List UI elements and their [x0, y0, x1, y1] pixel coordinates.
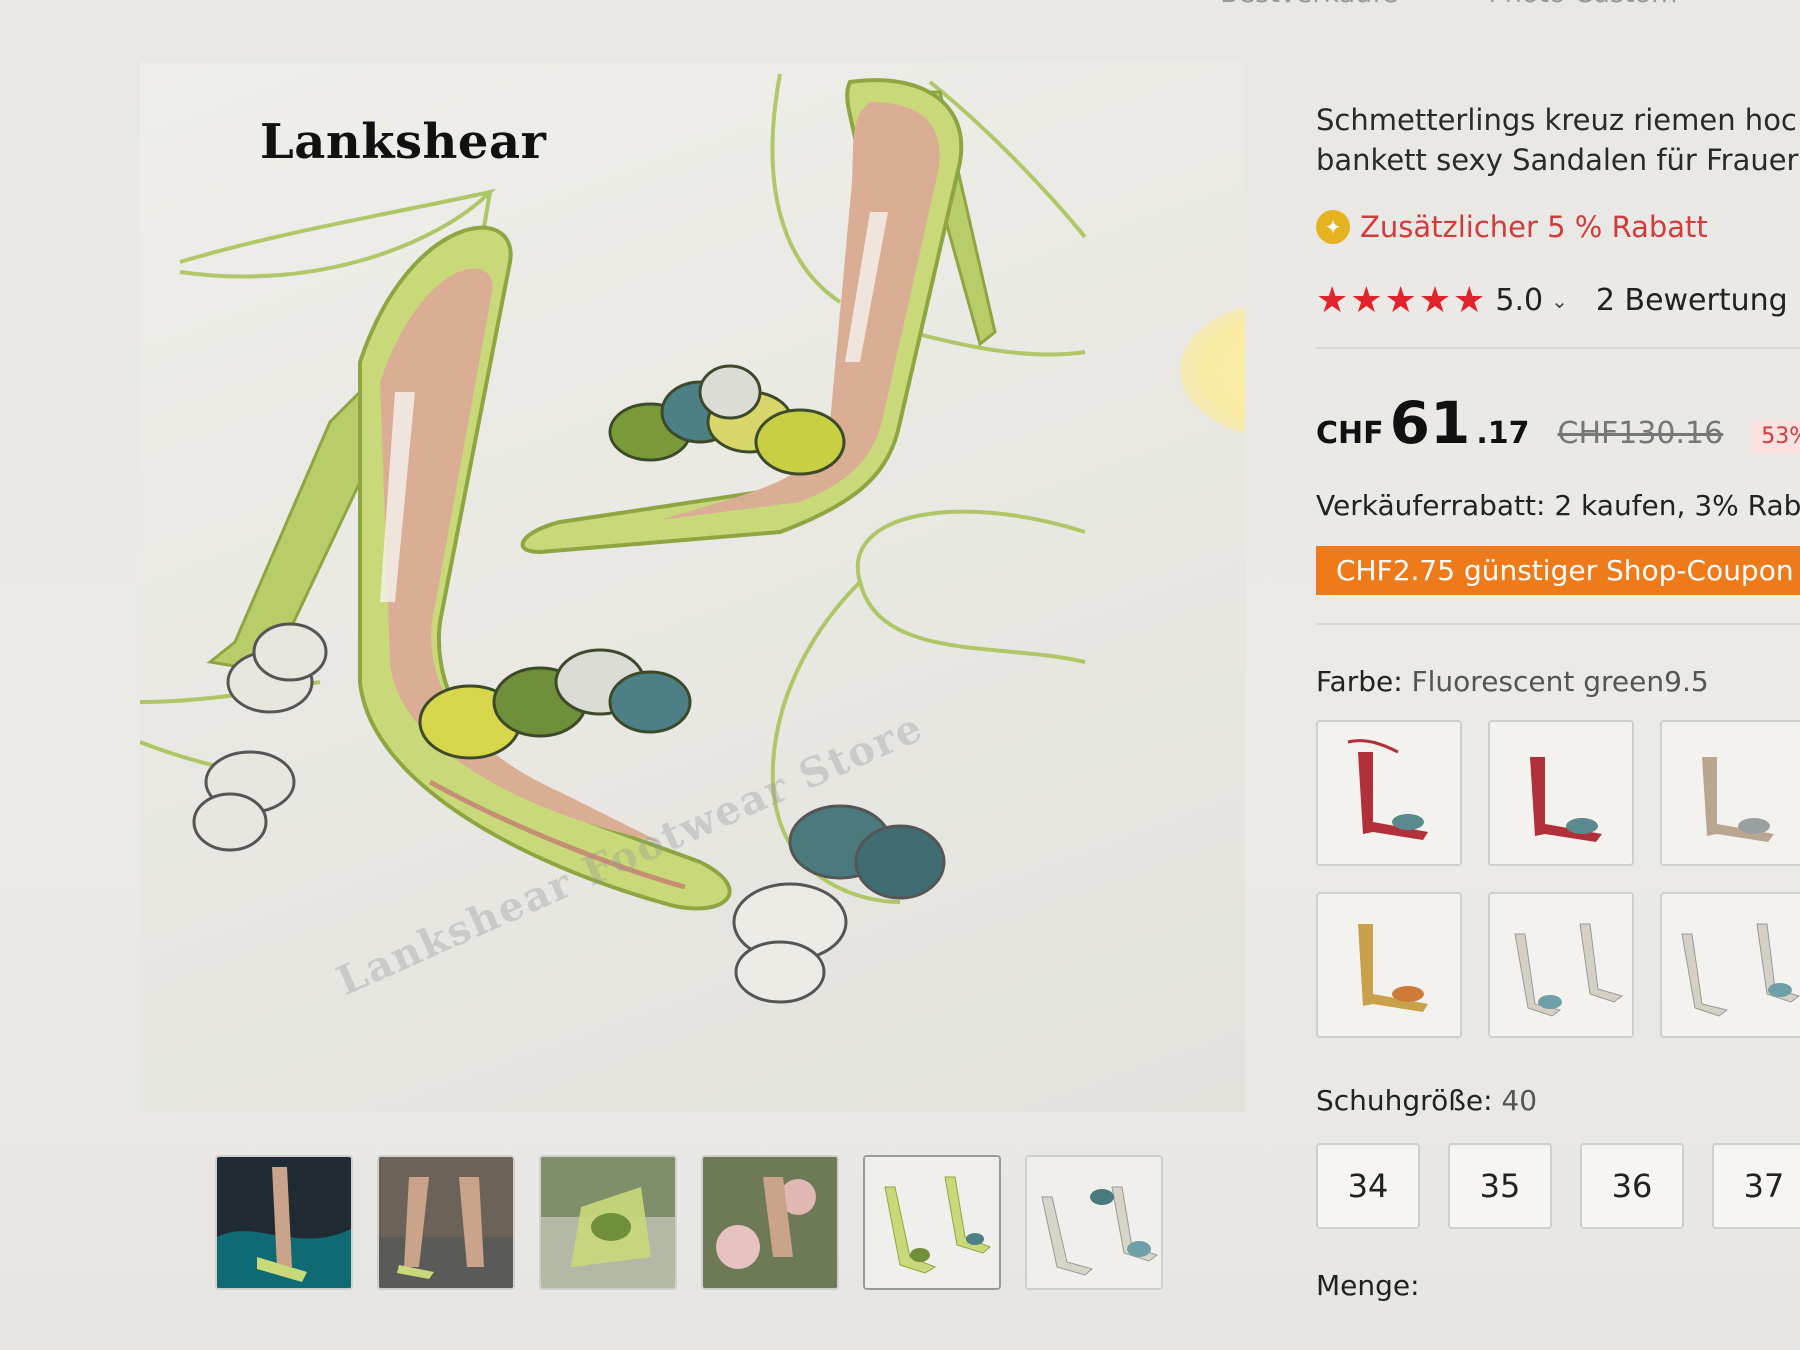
thumbnail-5[interactable]: [863, 1155, 1001, 1290]
photo-walking-icon: [379, 1157, 513, 1288]
color-swatch-red-1[interactable]: [1316, 720, 1462, 866]
size-options: 34 35 36 37: [1316, 1143, 1800, 1229]
thumbnail-6[interactable]: [1025, 1155, 1163, 1290]
nav-item-photo-custom[interactable]: Photo Custom: [1488, 0, 1677, 9]
rating-score[interactable]: 5.0: [1495, 283, 1543, 318]
size-option-35[interactable]: 35: [1448, 1143, 1552, 1229]
brand-logo: Lankshear: [260, 114, 547, 170]
star-rating-icon: ★★★★★: [1316, 280, 1488, 321]
photo-flowers-icon: [703, 1157, 837, 1288]
silver-sandal-icon: [1702, 757, 1774, 842]
color-swatch-silver-pair[interactable]: [1488, 892, 1634, 1038]
color-label-text: Farbe:: [1316, 665, 1403, 698]
extra-discount-text: Zusätzlicher 5 % Rabatt: [1360, 210, 1708, 244]
thumbnail-strip: [215, 1155, 1163, 1290]
original-price: CHF130.16: [1557, 416, 1724, 451]
thumbnail-1[interactable]: [215, 1155, 353, 1290]
size-label-text: Schuhgröße:: [1316, 1084, 1493, 1117]
product-title-line-2: bankett sexy Sandalen für Frauer: [1316, 143, 1799, 177]
product-info-panel: Schmetterlings kreuz riemen hoc bankett …: [1316, 100, 1800, 1302]
rating-row: ★★★★★ 5.0 ⌄ 2 Bewertung: [1316, 280, 1800, 321]
color-swatch-silver-pair-2[interactable]: [1660, 892, 1800, 1038]
page: Bestverkäufe Photo Custom: [0, 0, 1800, 1350]
size-option-37[interactable]: 37: [1712, 1143, 1800, 1229]
photo-outdoor-icon: [541, 1157, 675, 1288]
shop-coupon-button[interactable]: CHF2.75 günstiger Shop-Coupon: [1316, 546, 1800, 595]
main-product-image[interactable]: Lankshear Lankshear Footwear Store: [140, 62, 1245, 1112]
thumbnail-2[interactable]: [377, 1155, 515, 1290]
discount-badge: 53% gü: [1751, 420, 1800, 453]
photo-pair-side-icon: [865, 1157, 999, 1288]
sandal-illustration: [140, 73, 1087, 1004]
divider: [1316, 623, 1800, 625]
seller-discount-text: Verkäuferrabatt: 2 kaufen, 3% Rabatt: [1316, 489, 1800, 522]
color-swatches: [1316, 720, 1800, 1038]
silver-pair-icon: [1681, 923, 1800, 1017]
review-count-link[interactable]: 2 Bewertung: [1596, 283, 1788, 318]
divider: [1316, 347, 1800, 349]
top-nav: Bestverkäufe Photo Custom: [1220, 0, 1677, 9]
size-label: Schuhgröße: 40: [1316, 1084, 1800, 1117]
coin-icon: ✦: [1316, 210, 1350, 244]
red-sandal-icon: [1347, 739, 1428, 840]
silver-pair-icon: [1514, 923, 1624, 1017]
chevron-down-icon[interactable]: ⌄: [1551, 289, 1568, 313]
photo-pair-butterflies-icon: [1027, 1157, 1161, 1288]
nav-item-bestsellers[interactable]: Bestverkäufe: [1220, 0, 1398, 9]
red-sandal-icon: [1530, 757, 1602, 842]
extra-discount-banner: ✦ Zusätzlicher 5 % Rabatt: [1316, 210, 1800, 244]
selected-color-value: Fluorescent green9.5: [1411, 665, 1709, 698]
price-currency: CHF: [1316, 416, 1384, 451]
color-swatch-red-2[interactable]: [1488, 720, 1634, 866]
price-decimal: .17: [1476, 416, 1530, 451]
price-row: CHF 61 .17 CHF130.16 53% gü: [1316, 389, 1800, 457]
price-integer: 61: [1389, 389, 1471, 457]
gold-sandal-icon: [1358, 924, 1428, 1012]
color-swatch-gold[interactable]: [1316, 892, 1462, 1038]
selected-size-value: 40: [1501, 1084, 1538, 1117]
color-label: Farbe: Fluorescent green9.5: [1316, 665, 1800, 698]
thumbnail-3[interactable]: [539, 1155, 677, 1290]
size-option-34[interactable]: 34: [1316, 1143, 1420, 1229]
product-title: Schmetterlings kreuz riemen hoc bankett …: [1316, 100, 1800, 180]
photo-model-legs-icon: [217, 1157, 351, 1288]
quantity-label: Menge:: [1316, 1269, 1420, 1302]
thumbnail-4[interactable]: [701, 1155, 839, 1290]
product-title-line-1: Schmetterlings kreuz riemen hoc: [1316, 103, 1797, 137]
size-option-36[interactable]: 36: [1580, 1143, 1684, 1229]
color-swatch-silver[interactable]: [1660, 720, 1800, 866]
